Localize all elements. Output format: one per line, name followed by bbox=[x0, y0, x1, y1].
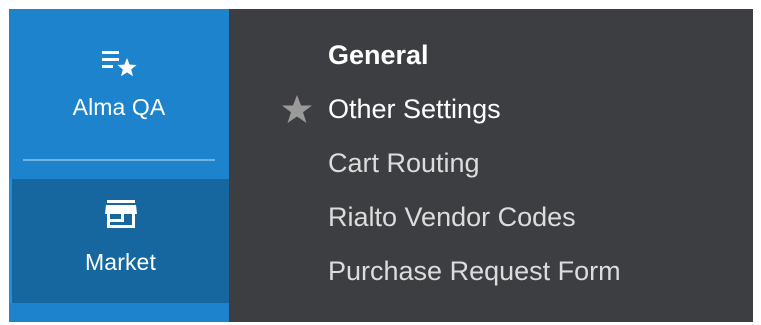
menu-item-rialto-vendor-codes[interactable]: Rialto Vendor Codes bbox=[328, 201, 576, 233]
sidebar-divider bbox=[23, 159, 215, 161]
storefront-icon bbox=[104, 197, 138, 231]
sidebar-item-label: Alma QA bbox=[72, 94, 166, 120]
sidebar-item-market[interactable]: Market bbox=[9, 179, 229, 303]
sidebar-item-alma-qa[interactable]: Alma QA bbox=[9, 9, 229, 159]
sidebar: Alma QA Market bbox=[9, 9, 229, 322]
menu-item-other-settings[interactable]: Other Settings bbox=[328, 93, 501, 125]
menu-item-purchase-request-form[interactable]: Purchase Request Form bbox=[328, 255, 621, 287]
menu-item-general[interactable]: General bbox=[328, 39, 429, 71]
sidebar-item-label: Market bbox=[85, 249, 156, 275]
list-star-icon bbox=[99, 49, 139, 79]
menu-item-cart-routing[interactable]: Cart Routing bbox=[328, 147, 480, 179]
star-icon[interactable] bbox=[280, 93, 314, 125]
app-frame: Alma QA Market General Other Settings Ca… bbox=[9, 9, 753, 322]
settings-menu: General Other Settings Cart Routing Rial… bbox=[229, 9, 753, 322]
